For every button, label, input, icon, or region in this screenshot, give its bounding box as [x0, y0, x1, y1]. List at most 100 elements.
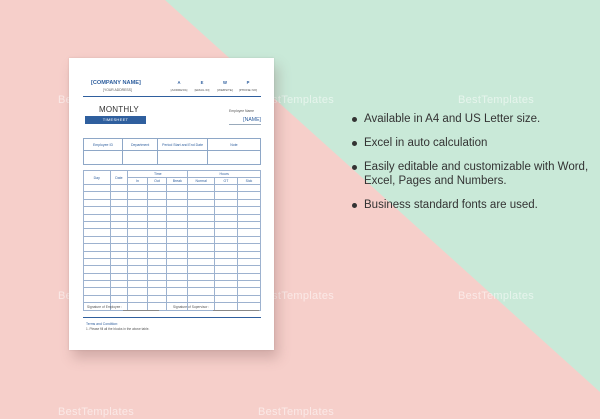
employee-name-label: Employee Name [229, 109, 255, 113]
document-title: MONTHLY [99, 105, 139, 114]
signature-employee-line [123, 310, 159, 311]
table-cell [187, 213, 215, 222]
table-row [83, 243, 262, 252]
contact-key: P [246, 80, 250, 85]
header-rule [83, 96, 261, 97]
table-cell [166, 220, 189, 230]
table-cell [146, 206, 168, 215]
table-cell [187, 287, 215, 296]
table-cell [166, 198, 189, 208]
table-cell [187, 280, 215, 289]
table-cell [83, 280, 111, 289]
table-cell [127, 257, 148, 267]
contact-key: A [177, 80, 181, 85]
contact-address: A [ADDRESS] [167, 80, 191, 92]
col-header-hours: Hours [187, 170, 261, 178]
table-cell [166, 235, 189, 245]
contact-value: [ADDRESS] [170, 88, 188, 92]
table-cell [127, 228, 148, 237]
col-header-in: In [127, 177, 148, 185]
timesheet-document: [COMPANY NAME] [YOUR ADDRESS] A [ADDRESS… [69, 58, 274, 350]
table-cell [146, 250, 168, 259]
table-cell [109, 250, 129, 259]
employee-info-table: Employee ID Department Period Start and … [83, 138, 262, 165]
signature-supervisor-line [213, 310, 259, 311]
info-cell [157, 150, 208, 165]
table-cell [187, 206, 215, 215]
table-cell [187, 257, 215, 267]
terms-rule [83, 317, 261, 318]
info-header: Note [206, 138, 262, 151]
table-cell [109, 257, 129, 267]
table-cell [213, 272, 238, 282]
table-cell [109, 272, 129, 282]
table-cell [83, 257, 111, 267]
table-cell [187, 272, 215, 282]
table-cell [213, 220, 238, 230]
feature-item: Excel in auto calculation [352, 136, 592, 150]
table-cell [109, 280, 129, 289]
table-cell [187, 198, 215, 208]
table-cell [83, 243, 111, 252]
table-cell [166, 257, 189, 267]
table-cell [109, 198, 129, 208]
table-row [83, 272, 262, 282]
signature-employee-label: Signature of Employee : [87, 305, 123, 309]
table-cell [166, 287, 189, 296]
table-cell [166, 265, 189, 274]
feature-text: Available in A4 and US Letter size. [364, 113, 541, 125]
info-header: Department [121, 138, 159, 151]
bullet-icon [352, 117, 357, 122]
watermark: BestTemplates [458, 290, 535, 302]
col-header-time: Time [127, 170, 189, 178]
table-cell [146, 198, 168, 208]
table-row [83, 235, 262, 245]
table-cell [83, 265, 111, 274]
table-cell [187, 183, 215, 193]
table-cell [187, 265, 215, 274]
feature-item: Business standard fonts are used. [352, 198, 592, 212]
table-cell [213, 243, 238, 252]
col-header-day: Day [83, 170, 111, 185]
table-row [83, 294, 262, 304]
table-cell [236, 287, 262, 296]
table-cell [109, 228, 129, 237]
table-cell [146, 243, 168, 252]
table-cell [127, 280, 148, 289]
col-header-date: Date [109, 170, 129, 185]
table-cell [213, 257, 238, 267]
table-cell [127, 235, 148, 245]
table-cell [166, 183, 189, 193]
table-row [83, 183, 262, 193]
contact-key: E [200, 80, 204, 85]
table-cell [213, 265, 238, 274]
table-cell [166, 228, 189, 237]
watermark: BestTemplates [458, 94, 535, 106]
table-cell [127, 220, 148, 230]
table-row [83, 265, 262, 274]
table-cell [83, 287, 111, 296]
info-cell [206, 150, 262, 165]
watermark: BestTemplates [58, 406, 135, 418]
table-row [83, 220, 262, 230]
table-cell [109, 287, 129, 296]
table-cell [146, 287, 168, 296]
table-cell [83, 213, 111, 222]
table-cell [146, 183, 168, 193]
table-cell [127, 243, 148, 252]
contact-website: W [WEBSITE] [213, 80, 237, 92]
table-cell [109, 213, 129, 222]
table-cell [187, 220, 215, 230]
table-row [83, 257, 262, 267]
table-cell [109, 294, 129, 304]
table-cell [213, 287, 238, 296]
table-cell [213, 213, 238, 222]
table-cell [236, 257, 262, 267]
employee-name-value: [NAME] [229, 116, 261, 125]
table-row [83, 191, 262, 200]
table-cell [109, 206, 129, 215]
table-cell [213, 191, 238, 200]
table-cell [127, 287, 148, 296]
feature-item: Easily editable and customizable with Wo… [352, 160, 592, 188]
info-cell [83, 150, 123, 165]
